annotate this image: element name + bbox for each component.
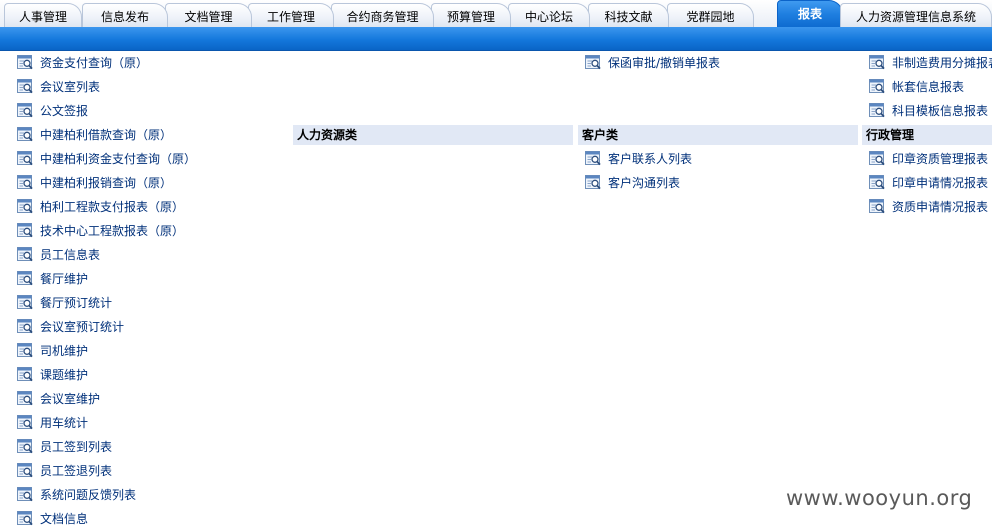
report-search-icon: [585, 55, 601, 70]
report-search-icon: [17, 511, 33, 526]
report-link-label[interactable]: 课题维护: [40, 365, 88, 385]
report-link-label[interactable]: 保函审批/撤销单报表: [608, 53, 720, 73]
report-link-label[interactable]: 公文签报: [40, 101, 88, 121]
report-link-label[interactable]: 司机维护: [40, 341, 88, 361]
report-link-label[interactable]: 科目模板信息报表: [892, 101, 988, 121]
tab-6[interactable]: 中心论坛: [508, 3, 590, 27]
tab-10[interactable]: 人力资源管理信息系统: [840, 3, 992, 27]
report-search-icon: [17, 175, 33, 190]
report-link-label[interactable]: 印章申请情况报表: [892, 173, 988, 193]
report-link-label[interactable]: 餐厅预订统计: [40, 293, 112, 313]
tab-0[interactable]: 人事管理: [4, 3, 82, 27]
report-search-icon: [585, 175, 601, 190]
report-search-icon: [17, 151, 33, 166]
report-link-label[interactable]: 用车统计: [40, 413, 88, 433]
report-link-label[interactable]: 资金支付查询（原）: [40, 53, 148, 73]
tab-2[interactable]: 文档管理: [165, 3, 252, 27]
report-search-icon: [17, 391, 33, 406]
report-search-icon: [17, 247, 33, 262]
report-link-label[interactable]: 会议室维护: [40, 389, 100, 409]
report-link-label[interactable]: 帐套信息报表: [892, 77, 964, 97]
watermark: www.wooyun.org: [786, 486, 973, 510]
tab-5[interactable]: 预算管理: [431, 3, 511, 27]
report-link-label[interactable]: 柏利工程款支付报表（原）: [40, 197, 184, 217]
report-search-icon: [17, 79, 33, 94]
report-link-label[interactable]: 中建柏利报销查询（原）: [40, 173, 172, 193]
report-search-icon: [17, 415, 33, 430]
section-header-customer: 客户类: [578, 125, 858, 145]
report-search-icon: [17, 295, 33, 310]
section-header-admin: 行政管理: [862, 125, 992, 145]
report-search-icon: [17, 103, 33, 118]
tab-3[interactable]: 工作管理: [248, 3, 334, 27]
report-search-icon: [869, 55, 885, 70]
report-search-icon: [17, 367, 33, 382]
top-tab-bar: 人事管理 信息发布 文档管理 工作管理 合约商务管理 预算管理 中心论坛 科技文献 党群园地 报表…: [0, 0, 992, 27]
tab-4[interactable]: 合约商务管理: [331, 3, 434, 27]
report-search-icon: [17, 55, 33, 70]
report-link-label[interactable]: 印章资质管理报表: [892, 149, 988, 169]
report-link-label[interactable]: 会议室列表: [40, 77, 100, 97]
report-link-label[interactable]: 文档信息: [40, 509, 88, 529]
sub-menu-bar: [0, 27, 992, 51]
report-search-icon: [17, 439, 33, 454]
report-search-icon: [869, 151, 885, 166]
report-search-icon: [585, 151, 601, 166]
report-link-label[interactable]: 中建柏利借款查询（原）: [40, 125, 172, 145]
tab-7[interactable]: 科技文献: [588, 3, 669, 27]
report-link-label[interactable]: 系统问题反馈列表: [40, 485, 136, 505]
report-link-label[interactable]: 资质申请情况报表: [892, 197, 988, 217]
report-link-label[interactable]: 员工签退列表: [40, 461, 112, 481]
report-search-icon: [17, 223, 33, 238]
report-search-icon: [17, 199, 33, 214]
report-link-label[interactable]: 中建柏利资金支付查询（原）: [40, 149, 196, 169]
report-search-icon: [17, 463, 33, 478]
report-link-label[interactable]: 餐厅维护: [40, 269, 88, 289]
section-header-hr: 人力资源类: [293, 125, 573, 145]
report-search-icon: [869, 103, 885, 118]
report-search-icon: [17, 343, 33, 358]
report-link-label[interactable]: 技术中心工程款报表（原）: [40, 221, 184, 241]
report-search-icon: [869, 79, 885, 94]
report-search-icon: [17, 487, 33, 502]
tab-8[interactable]: 党群园地: [667, 3, 754, 27]
report-link-label[interactable]: 客户沟通列表: [608, 173, 680, 193]
report-search-icon: [17, 127, 33, 142]
report-link-label[interactable]: 员工签到列表: [40, 437, 112, 457]
report-search-icon: [17, 319, 33, 334]
report-search-icon: [17, 271, 33, 286]
report-link-label[interactable]: 员工信息表: [40, 245, 100, 265]
report-link-label[interactable]: 会议室预订统计: [40, 317, 124, 337]
report-link-label[interactable]: 客户联系人列表: [608, 149, 692, 169]
report-search-icon: [869, 175, 885, 190]
report-search-icon: [869, 199, 885, 214]
tab-1[interactable]: 信息发布: [82, 3, 168, 27]
report-link-label[interactable]: 非制造费用分摊报表: [892, 53, 992, 73]
tab-9[interactable]: 报表: [777, 0, 843, 27]
